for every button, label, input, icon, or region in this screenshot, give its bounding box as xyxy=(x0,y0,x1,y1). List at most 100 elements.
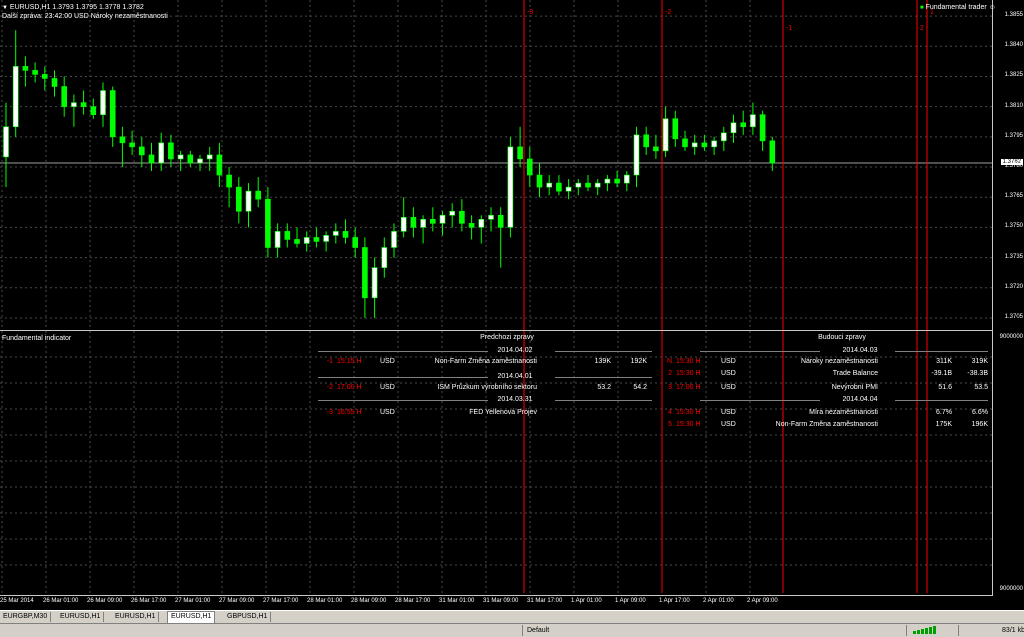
candle-body xyxy=(148,154,155,164)
candle xyxy=(41,66,48,91)
indicator-axis-bottom: 9000000 xyxy=(999,586,1023,592)
time-label: 1 Apr 01:00 xyxy=(571,598,602,604)
price-label: 1.3765 xyxy=(1004,193,1023,200)
chart-menu-triangle-icon[interactable]: ▼ xyxy=(2,5,8,11)
next-news-time: 15:30 H xyxy=(676,409,701,416)
prev-news-index: -2 xyxy=(326,384,333,391)
candle xyxy=(497,207,504,268)
candle-body xyxy=(80,102,87,107)
prev-news-index: -1 xyxy=(326,358,333,365)
candle xyxy=(255,177,261,208)
candle-body xyxy=(488,215,494,220)
candle xyxy=(662,106,669,157)
candle xyxy=(769,136,776,172)
time-axis[interactable]: 25 Mar 2014 26 Mar 01:00 26 Mar 09:00 26 Ma… xyxy=(0,596,1024,610)
status-traffic: 83/1 kb xyxy=(958,625,1024,636)
next-news-time: 15:30 H xyxy=(676,421,701,428)
candle-body xyxy=(22,66,29,71)
price-label: 1.3705 xyxy=(1004,313,1023,320)
next-news-forecast: 53.5 xyxy=(974,384,988,391)
prev-news-forecast: 192K xyxy=(630,358,647,365)
candle xyxy=(691,134,698,155)
prev-news-time: 16:55 H xyxy=(337,409,362,416)
candle-body xyxy=(604,178,611,184)
candle-body xyxy=(284,231,291,240)
candle-body xyxy=(206,154,213,160)
candle-body xyxy=(197,158,203,164)
next-news-actual: -39.1B xyxy=(931,370,952,377)
candle-body xyxy=(400,217,407,232)
candle xyxy=(653,134,659,159)
candle-body xyxy=(71,102,77,107)
candle xyxy=(313,227,320,248)
candle-body xyxy=(226,174,232,188)
connection-status-icon[interactable] xyxy=(906,625,961,636)
price-label: 1.3780 xyxy=(1004,163,1023,169)
chart-tabs-bar: EURGBP,M30 EURUSD,H1 EURUSD,H1 EURUSD,H1 GBP… xyxy=(0,610,1024,624)
candle xyxy=(565,179,572,200)
price-label: 1.3810 xyxy=(1004,102,1023,109)
next-news-name: Trade Balance xyxy=(832,370,878,377)
prev-news-index: -3 xyxy=(326,409,333,416)
news-marker-label: -1 xyxy=(786,25,792,32)
candle xyxy=(3,102,9,188)
candle-body xyxy=(168,142,174,160)
time-label: 2 Apr 01:00 xyxy=(703,598,734,604)
candle-body xyxy=(643,134,650,148)
candle-body xyxy=(740,122,747,128)
prev-news-currency: USD xyxy=(380,358,395,365)
prev-news-title: Predchozi zpravy xyxy=(480,334,534,341)
chart-tab[interactable]: EURUSD,H1 xyxy=(112,612,160,622)
candle xyxy=(730,114,737,143)
candle xyxy=(517,126,523,167)
candle-body xyxy=(478,219,485,228)
candle-body xyxy=(51,78,58,87)
chart-tab[interactable]: GBPUSD,H1 xyxy=(224,612,272,622)
price-label: 1.3855 xyxy=(1004,12,1023,19)
time-label: 31 Mar 17:00 xyxy=(527,598,563,604)
price-chart[interactable]: -3 -2 -1 2 1 xyxy=(0,0,992,330)
news-date-separator xyxy=(555,400,652,401)
candle-body xyxy=(303,237,310,244)
candle xyxy=(604,175,611,192)
candle-body xyxy=(750,114,756,128)
next-news-time: 17:00 H xyxy=(676,384,701,391)
indicator-title: Fundamental indicator xyxy=(2,335,72,342)
prev-news-name: FED Yellenová Projev xyxy=(469,409,537,416)
candle-body xyxy=(691,142,698,148)
chart-tab[interactable]: EURUSD,H1 xyxy=(57,612,105,622)
candle xyxy=(711,136,717,155)
next-news-currency: USD xyxy=(721,384,736,391)
candle xyxy=(633,126,640,188)
candle-body xyxy=(701,142,708,148)
prev-news-actual: 53.2 xyxy=(597,384,611,391)
candlestick-chart-svg[interactable]: -3 -2-1 21 xyxy=(0,0,992,330)
candle-body xyxy=(61,86,68,107)
candle xyxy=(672,110,679,147)
candle-body xyxy=(497,215,504,228)
candle-body xyxy=(565,186,572,192)
candle xyxy=(720,126,727,151)
chart-tab[interactable]: EURGBP,M30 xyxy=(0,612,52,622)
candle xyxy=(158,132,164,172)
time-label: 25 Mar 2014 xyxy=(0,598,34,604)
candle xyxy=(90,98,97,119)
candle xyxy=(575,179,582,196)
candle xyxy=(594,179,601,196)
candle-body xyxy=(100,90,106,115)
prev-news-time: 17:00 H xyxy=(337,384,362,391)
candle-body xyxy=(439,215,446,224)
candle-body xyxy=(109,90,116,138)
next-news-forecast: 196K xyxy=(971,421,988,428)
price-axis[interactable]: 1.3855 1.3840 1.3825 1.3810 1.3795 1.3782 1.37… xyxy=(992,0,1024,596)
candle-body xyxy=(332,231,339,236)
candle-body xyxy=(623,174,630,184)
candle-body xyxy=(158,142,164,164)
status-profile[interactable]: Default xyxy=(522,625,907,636)
candle xyxy=(265,187,271,258)
candle-body xyxy=(216,154,223,176)
candle-body xyxy=(672,118,679,140)
connection-bars-icon xyxy=(913,626,936,634)
next-news-time: 15:30 H xyxy=(676,370,701,377)
indicator-name-label: ■ Fundamental trader ☺ xyxy=(920,4,996,11)
